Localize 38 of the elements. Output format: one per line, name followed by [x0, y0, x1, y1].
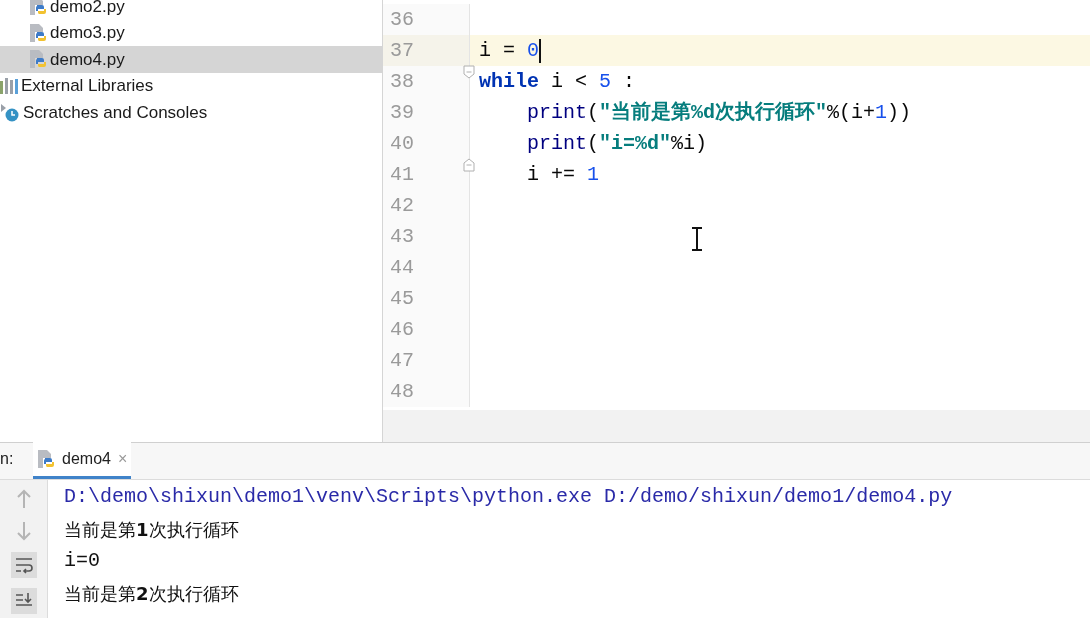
soft-wrap-icon[interactable] [10, 552, 37, 578]
line-number: 42 [390, 192, 414, 219]
scroll-to-end-icon[interactable] [10, 588, 37, 614]
python-file-icon [29, 49, 47, 70]
line-number: 39 [390, 99, 414, 126]
line-number: 43 [390, 223, 414, 250]
line-number: 41 [390, 161, 414, 188]
line-number: 40 [390, 130, 414, 157]
python-file-icon [37, 449, 55, 469]
code-line: print("当前是第%d次执行循环"%(i+1)) [526, 99, 912, 126]
line-number: 46 [390, 316, 414, 343]
code-line: i += 1 [526, 161, 600, 188]
tree-item[interactable]: demo4.py [0, 46, 382, 73]
arrow-down-icon[interactable] [15, 520, 32, 542]
line-number: 36 [390, 6, 414, 33]
line-number: 48 [390, 378, 414, 405]
line-number: 45 [390, 285, 414, 312]
arrow-up-icon[interactable] [15, 488, 32, 510]
line-number: 37 [390, 37, 414, 64]
code-line: while i < 5 : [479, 68, 636, 95]
python-file-icon [29, 0, 47, 17]
code-line: print("i=%d"%i) [526, 130, 708, 157]
fold-start-icon[interactable] [463, 65, 475, 79]
fold-end-icon[interactable] [463, 158, 475, 172]
console-line: 当前是第2次执行循环 [64, 581, 239, 606]
line-number: 47 [390, 347, 414, 374]
line-number: 38 [390, 68, 414, 95]
console-line: D:\demo\shixun\demo1\venv\Scripts\python.exe D:/demo/shixun/demo1/demo4.py [64, 484, 953, 510]
panel-label: n: [0, 449, 15, 469]
text-cursor-icon [691, 227, 703, 251]
console-line: i=0 [64, 548, 100, 574]
run-tab[interactable]: demo4 × [33, 442, 132, 479]
line-number: 44 [390, 254, 414, 281]
library-bars-icon [0, 77, 18, 94]
console-line: 当前是第1次执行循环 [64, 517, 239, 542]
console-clock-icon [0, 102, 20, 123]
python-file-icon [29, 22, 47, 43]
code-line: i = 0 [479, 37, 540, 64]
